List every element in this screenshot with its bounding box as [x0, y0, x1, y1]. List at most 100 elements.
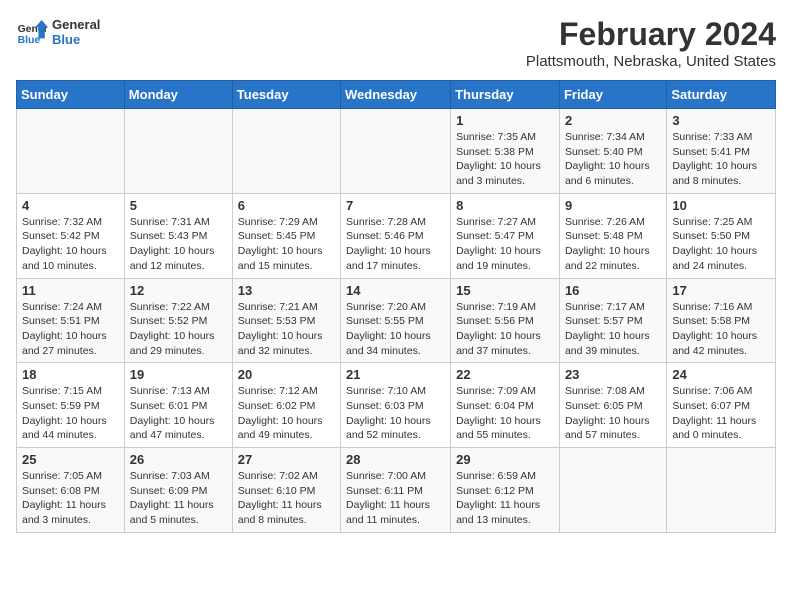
- day-info: Sunrise: 7:16 AM Sunset: 5:58 PM Dayligh…: [672, 300, 770, 359]
- day-number: 3: [672, 113, 770, 128]
- location-subtitle: Plattsmouth, Nebraska, United States: [526, 53, 776, 70]
- calendar-cell: [341, 109, 451, 194]
- day-info: Sunrise: 6:59 AM Sunset: 6:12 PM Dayligh…: [456, 469, 554, 528]
- day-number: 27: [238, 452, 335, 467]
- day-number: 19: [130, 367, 227, 382]
- day-number: 10: [672, 198, 770, 213]
- header-thursday: Thursday: [451, 81, 560, 109]
- calendar-cell: 1 Sunrise: 7:35 AM Sunset: 5:38 PM Daylig…: [451, 109, 560, 194]
- day-number: 18: [22, 367, 119, 382]
- day-number: 13: [238, 283, 335, 298]
- day-number: 21: [346, 367, 445, 382]
- header-tuesday: Tuesday: [232, 81, 340, 109]
- calendar-cell: 18 Sunrise: 7:15 AM Sunset: 5:59 PM Dayli…: [17, 363, 125, 448]
- day-number: 23: [565, 367, 661, 382]
- day-number: 6: [238, 198, 335, 213]
- day-info: Sunrise: 7:26 AM Sunset: 5:48 PM Dayligh…: [565, 215, 661, 274]
- day-info: Sunrise: 7:10 AM Sunset: 6:03 PM Dayligh…: [346, 384, 445, 443]
- day-number: 24: [672, 367, 770, 382]
- day-info: Sunrise: 7:06 AM Sunset: 6:07 PM Dayligh…: [672, 384, 770, 443]
- logo-line2: Blue: [52, 32, 100, 47]
- calendar-table: SundayMondayTuesdayWednesdayThursdayFrid…: [16, 80, 776, 533]
- header-friday: Friday: [559, 81, 666, 109]
- logo-icon: General Blue: [16, 16, 48, 48]
- calendar-cell: 27 Sunrise: 7:02 AM Sunset: 6:10 PM Dayli…: [232, 448, 340, 533]
- logo-line1: General: [52, 17, 100, 32]
- calendar-cell: 9 Sunrise: 7:26 AM Sunset: 5:48 PM Daylig…: [559, 193, 666, 278]
- day-info: Sunrise: 7:24 AM Sunset: 5:51 PM Dayligh…: [22, 300, 119, 359]
- calendar-cell: 26 Sunrise: 7:03 AM Sunset: 6:09 PM Dayli…: [124, 448, 232, 533]
- day-number: 14: [346, 283, 445, 298]
- header-saturday: Saturday: [667, 81, 776, 109]
- day-info: Sunrise: 7:12 AM Sunset: 6:02 PM Dayligh…: [238, 384, 335, 443]
- month-year-title: February 2024: [526, 16, 776, 53]
- calendar-week-row: 1 Sunrise: 7:35 AM Sunset: 5:38 PM Daylig…: [17, 109, 776, 194]
- calendar-cell: 8Sunrise: 7:27 AM Sunset: 5:47 PM Daylig…: [451, 193, 560, 278]
- day-number: 28: [346, 452, 445, 467]
- calendar-cell: [232, 109, 340, 194]
- day-number: 26: [130, 452, 227, 467]
- calendar-cell: 17 Sunrise: 7:16 AM Sunset: 5:58 PM Dayli…: [667, 278, 776, 363]
- calendar-cell: 22 Sunrise: 7:09 AM Sunset: 6:04 PM Dayli…: [451, 363, 560, 448]
- calendar-header-row: SundayMondayTuesdayWednesdayThursdayFrid…: [17, 81, 776, 109]
- day-info: Sunrise: 7:31 AM Sunset: 5:43 PM Dayligh…: [130, 215, 227, 274]
- calendar-week-row: 18 Sunrise: 7:15 AM Sunset: 5:59 PM Dayli…: [17, 363, 776, 448]
- calendar-cell: 11 Sunrise: 7:24 AM Sunset: 5:51 PM Dayli…: [17, 278, 125, 363]
- calendar-cell: 25 Sunrise: 7:05 AM Sunset: 6:08 PM Dayli…: [17, 448, 125, 533]
- header-monday: Monday: [124, 81, 232, 109]
- calendar-cell: 20 Sunrise: 7:12 AM Sunset: 6:02 PM Dayli…: [232, 363, 340, 448]
- day-info: Sunrise: 7:35 AM Sunset: 5:38 PM Dayligh…: [456, 130, 554, 189]
- day-info: Sunrise: 7:33 AM Sunset: 5:41 PM Dayligh…: [672, 130, 770, 189]
- header-sunday: Sunday: [17, 81, 125, 109]
- calendar-cell: 2Sunrise: 7:34 AM Sunset: 5:40 PM Daylig…: [559, 109, 666, 194]
- calendar-cell: 7Sunrise: 7:28 AM Sunset: 5:46 PM Daylig…: [341, 193, 451, 278]
- day-info: Sunrise: 7:25 AM Sunset: 5:50 PM Dayligh…: [672, 215, 770, 274]
- day-info: Sunrise: 7:19 AM Sunset: 5:56 PM Dayligh…: [456, 300, 554, 359]
- calendar-cell: 23Sunrise: 7:08 AM Sunset: 6:05 PM Dayli…: [559, 363, 666, 448]
- svg-text:Blue: Blue: [18, 35, 41, 46]
- day-info: Sunrise: 7:17 AM Sunset: 5:57 PM Dayligh…: [565, 300, 661, 359]
- day-info: Sunrise: 7:09 AM Sunset: 6:04 PM Dayligh…: [456, 384, 554, 443]
- calendar-cell: 6 Sunrise: 7:29 AM Sunset: 5:45 PM Daylig…: [232, 193, 340, 278]
- calendar-week-row: 11 Sunrise: 7:24 AM Sunset: 5:51 PM Dayli…: [17, 278, 776, 363]
- calendar-cell: 16 Sunrise: 7:17 AM Sunset: 5:57 PM Dayli…: [559, 278, 666, 363]
- day-info: Sunrise: 7:03 AM Sunset: 6:09 PM Dayligh…: [130, 469, 227, 528]
- day-number: 1: [456, 113, 554, 128]
- day-number: 4: [22, 198, 119, 213]
- day-number: 22: [456, 367, 554, 382]
- day-number: 12: [130, 283, 227, 298]
- day-info: Sunrise: 7:00 AM Sunset: 6:11 PM Dayligh…: [346, 469, 445, 528]
- day-info: Sunrise: 7:22 AM Sunset: 5:52 PM Dayligh…: [130, 300, 227, 359]
- page-header: General Blue General Blue February 2024 …: [16, 16, 776, 70]
- calendar-cell: 19Sunrise: 7:13 AM Sunset: 6:01 PM Dayli…: [124, 363, 232, 448]
- day-info: Sunrise: 7:28 AM Sunset: 5:46 PM Dayligh…: [346, 215, 445, 274]
- day-number: 9: [565, 198, 661, 213]
- day-info: Sunrise: 7:15 AM Sunset: 5:59 PM Dayligh…: [22, 384, 119, 443]
- logo: General Blue General Blue: [16, 16, 100, 48]
- title-block: February 2024 Plattsmouth, Nebraska, Uni…: [526, 16, 776, 70]
- day-number: 15: [456, 283, 554, 298]
- day-number: 8: [456, 198, 554, 213]
- calendar-cell: 10 Sunrise: 7:25 AM Sunset: 5:50 PM Dayli…: [667, 193, 776, 278]
- day-number: 20: [238, 367, 335, 382]
- day-info: Sunrise: 7:29 AM Sunset: 5:45 PM Dayligh…: [238, 215, 335, 274]
- calendar-cell: 15 Sunrise: 7:19 AM Sunset: 5:56 PM Dayli…: [451, 278, 560, 363]
- calendar-week-row: 25 Sunrise: 7:05 AM Sunset: 6:08 PM Dayli…: [17, 448, 776, 533]
- day-number: 5: [130, 198, 227, 213]
- day-info: Sunrise: 7:32 AM Sunset: 5:42 PM Dayligh…: [22, 215, 119, 274]
- calendar-cell: 28 Sunrise: 7:00 AM Sunset: 6:11 PM Dayli…: [341, 448, 451, 533]
- day-number: 16: [565, 283, 661, 298]
- day-info: Sunrise: 7:02 AM Sunset: 6:10 PM Dayligh…: [238, 469, 335, 528]
- day-number: 25: [22, 452, 119, 467]
- calendar-cell: 4 Sunrise: 7:32 AM Sunset: 5:42 PM Daylig…: [17, 193, 125, 278]
- day-number: 17: [672, 283, 770, 298]
- calendar-cell: [17, 109, 125, 194]
- day-info: Sunrise: 7:05 AM Sunset: 6:08 PM Dayligh…: [22, 469, 119, 528]
- calendar-cell: [559, 448, 666, 533]
- day-number: 11: [22, 283, 119, 298]
- calendar-cell: 12 Sunrise: 7:22 AM Sunset: 5:52 PM Dayli…: [124, 278, 232, 363]
- calendar-cell: [667, 448, 776, 533]
- calendar-cell: 21 Sunrise: 7:10 AM Sunset: 6:03 PM Dayli…: [341, 363, 451, 448]
- day-info: Sunrise: 7:34 AM Sunset: 5:40 PM Dayligh…: [565, 130, 661, 189]
- calendar-week-row: 4 Sunrise: 7:32 AM Sunset: 5:42 PM Daylig…: [17, 193, 776, 278]
